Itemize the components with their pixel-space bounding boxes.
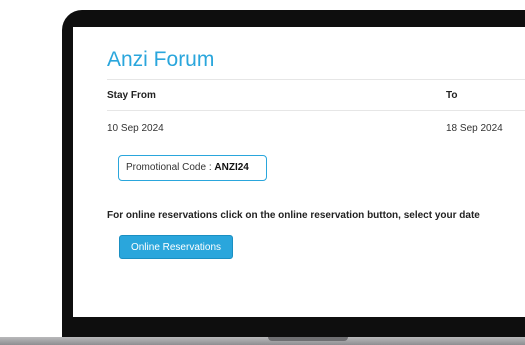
laptop-screen: Anzi Forum Stay From To 10 Sep 2024 18 S…: [73, 27, 525, 317]
online-reservations-button[interactable]: Online Reservations: [119, 235, 233, 259]
table-top-divider: [107, 79, 525, 80]
laptop-mockup: Anzi Forum Stay From To 10 Sep 2024 18 S…: [0, 0, 525, 345]
laptop-base: [0, 337, 525, 345]
promo-code-label: Promotional Code :: [126, 162, 215, 173]
promo-code-box: Promotional Code : ANZI24: [118, 155, 267, 181]
page-title: Anzi Forum: [107, 48, 215, 71]
column-header-to: To: [446, 90, 458, 101]
laptop-base-notch: [268, 337, 348, 341]
table-header-divider: [107, 110, 525, 111]
promo-code-value: ANZI24: [214, 162, 249, 173]
column-header-stay-from: Stay From: [107, 90, 156, 101]
stay-from-date: 10 Sep 2024: [107, 123, 164, 134]
stay-to-date: 18 Sep 2024: [446, 123, 503, 134]
reservation-instructions: For online reservations click on the onl…: [107, 210, 480, 221]
